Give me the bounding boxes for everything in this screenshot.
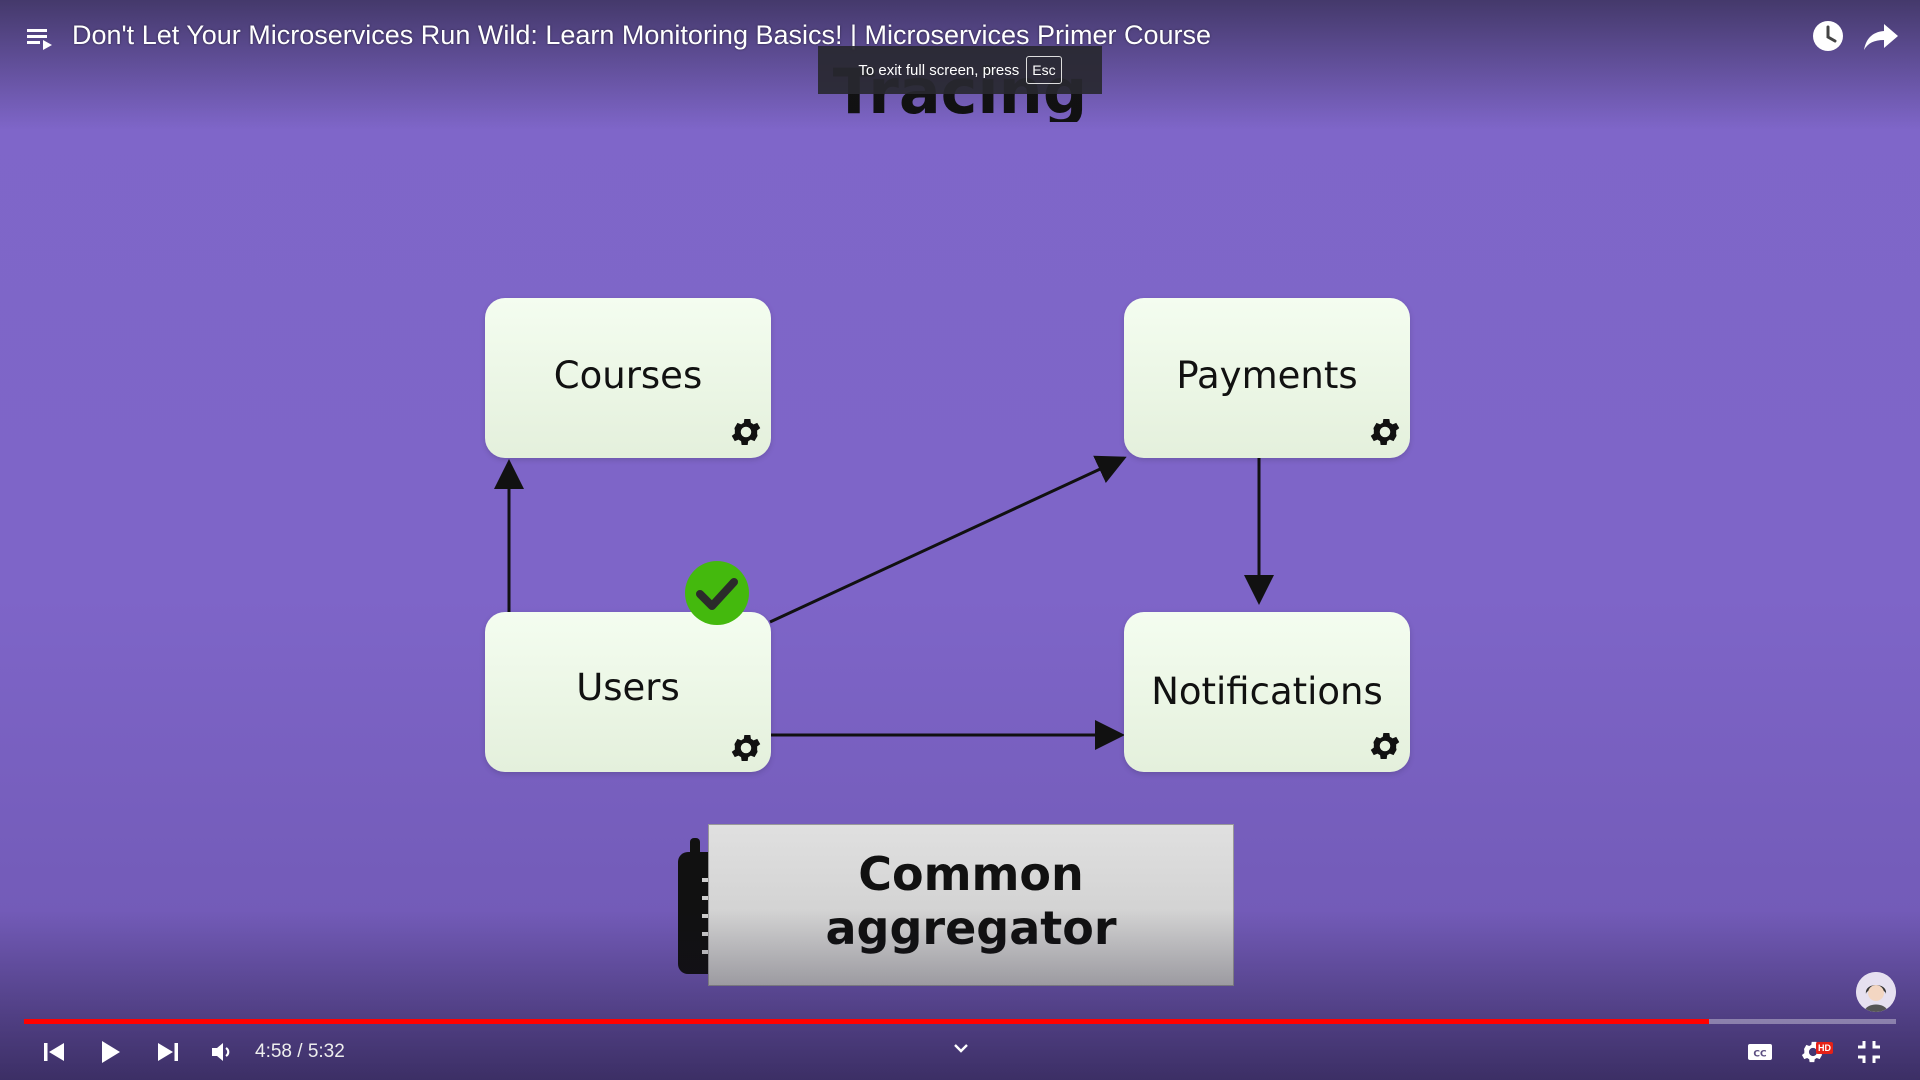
fullscreen-toast: To exit full screen, press Esc — [818, 46, 1102, 94]
progress-bar[interactable] — [24, 1019, 1896, 1024]
time-display: 4:58 / 5:32 — [255, 1041, 345, 1062]
svg-text:CC: CC — [1753, 1050, 1767, 1060]
gear-icon — [731, 734, 761, 762]
common-aggregator-box: Common aggregator — [708, 824, 1234, 986]
arrow-users-to-payments — [769, 455, 1127, 624]
checkmark-icon — [685, 561, 749, 625]
volume-icon[interactable] — [208, 1038, 236, 1066]
share-icon[interactable] — [1862, 18, 1900, 54]
captions-icon[interactable]: CC — [1746, 1038, 1774, 1066]
avatar-icon — [1856, 972, 1896, 1012]
progress-played — [24, 1019, 1709, 1024]
skip-next-icon[interactable] — [154, 1038, 182, 1066]
gear-icon — [1370, 418, 1400, 446]
fullscreen-exit-icon[interactable] — [1855, 1038, 1883, 1066]
service-box-users: Users — [485, 612, 771, 772]
service-box-payments: Payments — [1124, 298, 1410, 458]
skip-previous-icon[interactable] — [40, 1038, 68, 1066]
gear-icon — [1370, 732, 1400, 760]
aggregator-label-line1: Common — [858, 847, 1084, 901]
service-label-courses: Courses — [553, 354, 703, 397]
aggregator-label: Common aggregator — [709, 847, 1233, 955]
gear-icon — [731, 418, 761, 446]
playlist-icon[interactable] — [24, 22, 56, 54]
clock-icon[interactable] — [1810, 18, 1846, 54]
play-icon[interactable] — [96, 1038, 124, 1066]
avatar[interactable] — [1856, 972, 1896, 1012]
chevron-down-icon[interactable] — [950, 1040, 972, 1056]
esc-key-badge: Esc — [1026, 56, 1062, 84]
service-label-users: Users — [576, 666, 680, 709]
quality-badge: HD — [1816, 1042, 1833, 1054]
service-box-courses: Courses — [485, 298, 771, 458]
service-label-notifications: Notifications — [1151, 670, 1383, 713]
fullscreen-toast-text: To exit full screen, press — [858, 61, 1020, 79]
service-box-notifications: Notifications — [1124, 612, 1410, 772]
service-label-payments: Payments — [1176, 354, 1358, 397]
aggregator-label-line2: aggregator — [825, 901, 1117, 955]
